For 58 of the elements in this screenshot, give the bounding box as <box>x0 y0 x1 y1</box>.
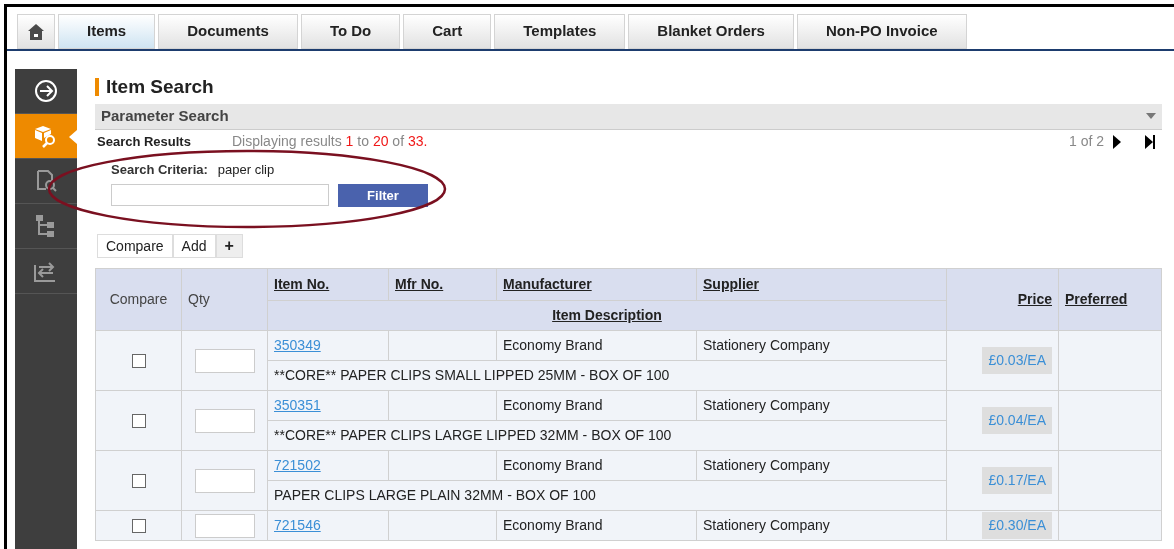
home-icon <box>27 22 45 41</box>
section-label: Parameter Search <box>101 105 229 126</box>
column-header[interactable]: Supplier <box>696 268 947 301</box>
nav-tab[interactable]: Blanket Orders <box>628 14 794 49</box>
nav-tab[interactable]: To Do <box>300 14 401 49</box>
nav-tab[interactable]: Non-PO Invoice <box>796 14 967 49</box>
compare-checkbox[interactable] <box>131 474 146 489</box>
plus-button[interactable]: + <box>215 234 243 258</box>
page-indicator: 1 of 2 <box>1068 132 1104 151</box>
add-button[interactable]: Add <box>172 234 216 258</box>
nav-tab[interactable]: Templates <box>494 14 626 49</box>
results-label: Search Results <box>97 132 192 151</box>
item-description: **CORE** PAPER CLIPS LARGE LIPPED 32MM - BOX OF 100 <box>274 427 672 443</box>
home-tab[interactable] <box>17 14 55 49</box>
results-summary: Displaying results 1 to 20 of 33. <box>232 132 428 151</box>
arrow-circle-icon <box>34 79 58 103</box>
filter-button[interactable]: Filter <box>338 184 428 207</box>
qty-input-field[interactable] <box>194 513 255 538</box>
table-cell: Economy Brand <box>503 337 603 353</box>
table-cell: Economy Brand <box>503 457 603 473</box>
criteria-label: Search Criteria: <box>111 160 208 179</box>
table-cell: Economy Brand <box>503 397 603 413</box>
column-header[interactable]: Mfr No. <box>388 268 497 301</box>
column-header[interactable]: Price <box>946 268 1059 331</box>
title-accent <box>95 78 99 97</box>
sidebar-item[interactable] <box>15 114 77 159</box>
compare-checkbox[interactable] <box>131 354 146 369</box>
compare-button[interactable]: Compare <box>97 234 173 258</box>
next-page-icon[interactable] <box>1112 134 1122 149</box>
column-header: Compare <box>95 268 182 331</box>
nav-tab[interactable]: Cart <box>403 14 492 49</box>
compare-checkbox[interactable] <box>131 519 146 534</box>
item-description: **CORE** PAPER CLIPS SMALL LIPPED 25MM - BOX OF 100 <box>274 367 670 383</box>
dropdown-caret-icon <box>1146 113 1156 119</box>
table-cell: Stationery Company <box>703 337 830 353</box>
column-header[interactable]: Preferred <box>1058 268 1162 331</box>
parameter-search-bar[interactable]: Parameter Search <box>95 103 1162 130</box>
table-cell: Stationery Company <box>703 457 830 473</box>
nav-tab[interactable]: Documents <box>158 14 298 49</box>
nav-tab[interactable]: Items <box>58 14 156 49</box>
qty-input-field[interactable] <box>194 348 255 373</box>
page-title: Item Search <box>106 75 214 99</box>
qty-input-field[interactable] <box>194 408 255 433</box>
criteria-value: paper clip <box>217 160 275 179</box>
document-search-icon <box>34 169 58 193</box>
column-header[interactable]: Item No. <box>267 268 389 301</box>
column-header: Qty <box>181 268 268 331</box>
compare-checkbox[interactable] <box>131 414 146 429</box>
table-cell: Stationery Company <box>703 397 830 413</box>
last-page-icon[interactable] <box>1144 134 1156 149</box>
table-cell: Stationery Company <box>703 517 830 533</box>
qty-input-field[interactable] <box>194 468 255 493</box>
hierarchy-icon <box>35 214 57 238</box>
filter-input-field[interactable] <box>111 184 329 206</box>
table-cell: Economy Brand <box>503 517 603 533</box>
column-header[interactable]: Manufacturer <box>496 268 697 301</box>
pointer-icon <box>69 130 77 144</box>
item-description: PAPER CLIPS LARGE PLAIN 32MM - BOX OF 100 <box>274 487 596 503</box>
